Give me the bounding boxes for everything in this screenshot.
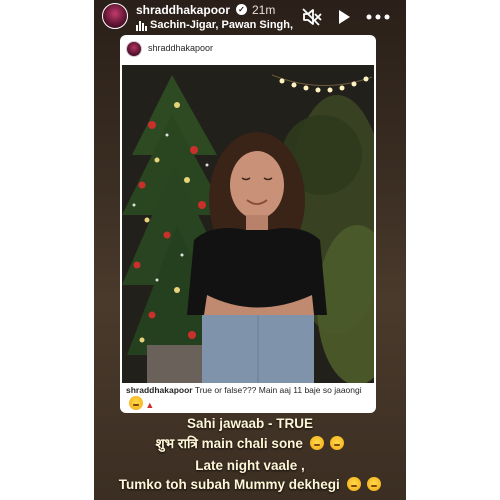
verified-badge-icon: ✓ — [236, 4, 247, 15]
post-username[interactable]: shraddhakapoor — [148, 43, 213, 53]
story-text-line-2-rest: main chali sone — [201, 436, 303, 451]
story-view: shraddhakapoor ✓ 21m Sachin-Jigar, Pawan… — [94, 0, 406, 500]
santa-sleigh-icon: ▲ — [145, 400, 155, 410]
caption-text: True or false??? Main aaj 11 baje so jaa… — [194, 385, 362, 395]
photo-illustration — [122, 65, 374, 383]
music-bars-icon — [136, 21, 147, 31]
mute-icon[interactable] — [302, 8, 322, 26]
laughing-face-icon — [346, 477, 361, 491]
play-icon[interactable] — [336, 9, 352, 25]
story-text-hindi: शुभ रात्रि — [155, 436, 198, 451]
post-caption: shraddhakapoor True or false??? Main aaj… — [126, 385, 370, 411]
post-avatar[interactable] — [126, 41, 142, 57]
story-text-line-2: शुभ रात्रि main chali sone — [94, 434, 406, 452]
story-text-line-4-text: Tumko toh subah Mummy dekhegi — [118, 477, 340, 492]
post-photo — [122, 65, 374, 383]
sleepy-face-icon — [129, 396, 143, 410]
story-text-line-3: Late night vaale , — [195, 458, 305, 473]
story-text-line-4: Tumko toh subah Mummy dekhegi — [94, 477, 406, 492]
story-username[interactable]: shraddhakapoor — [136, 3, 230, 17]
shared-post-card[interactable]: shraddhakapoor shraddhakapoor True or fa… — [120, 35, 376, 413]
profile-avatar[interactable] — [102, 3, 128, 29]
story-header: shraddhakapoor ✓ 21m Sachin-Jigar, Pawan… — [94, 0, 406, 40]
sleepy-face-icon — [309, 436, 324, 450]
music-credit[interactable]: Sachin-Jigar, Pawan Singh, — [150, 19, 293, 31]
caption-username[interactable]: shraddhakapoor — [126, 385, 193, 395]
laughing-face-icon — [367, 477, 382, 491]
story-text-line-1: Sahi jawaab - TRUE — [186, 416, 314, 431]
more-options-icon[interactable] — [364, 8, 392, 26]
story-timestamp: 21m — [252, 3, 276, 17]
smiling-face-icon — [330, 436, 345, 450]
